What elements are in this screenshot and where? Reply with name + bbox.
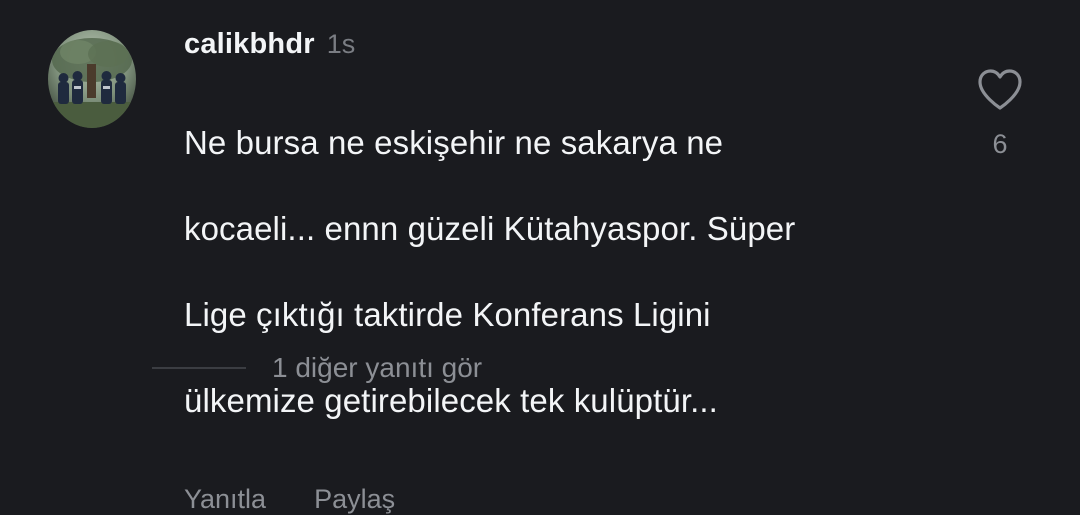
like-area: 6 bbox=[972, 68, 1028, 160]
comment-actions: Yanıtla Paylaş bbox=[184, 484, 944, 515]
reply-divider-line bbox=[152, 367, 246, 369]
comment-text-line: ülkemize getirebilecek tek kulüptür... bbox=[184, 382, 718, 419]
username[interactable]: calikbhdr bbox=[184, 28, 315, 61]
comment-header: calikbhdr 1s bbox=[184, 28, 944, 64]
view-more-replies[interactable]: 1 diğer yanıtı gör bbox=[152, 352, 482, 384]
comment-text: Ne bursa ne eskişehir ne sakarya ne koca… bbox=[184, 78, 944, 465]
like-count: 6 bbox=[992, 129, 1008, 159]
comment-text-line: Ne bursa ne eskişehir ne sakarya ne bbox=[184, 124, 724, 161]
comment-text-line: Lige çıktığı taktirde Konferans Ligini bbox=[184, 296, 711, 333]
heart-outline-icon[interactable] bbox=[976, 68, 1024, 117]
comment-text-line: kocaeli... ennn güzeli Kütahyaspor. Süpe… bbox=[184, 210, 796, 247]
avatar[interactable] bbox=[48, 30, 136, 128]
avatar-image bbox=[48, 30, 136, 128]
timestamp: 1s bbox=[326, 29, 356, 59]
share-button[interactable]: Paylaş bbox=[314, 484, 395, 515]
comment: calikbhdr 1s Ne bursa ne eskişehir ne sa… bbox=[184, 28, 944, 515]
view-more-replies-label[interactable]: 1 diğer yanıtı gör bbox=[272, 352, 482, 384]
reply-button[interactable]: Yanıtla bbox=[184, 484, 266, 515]
